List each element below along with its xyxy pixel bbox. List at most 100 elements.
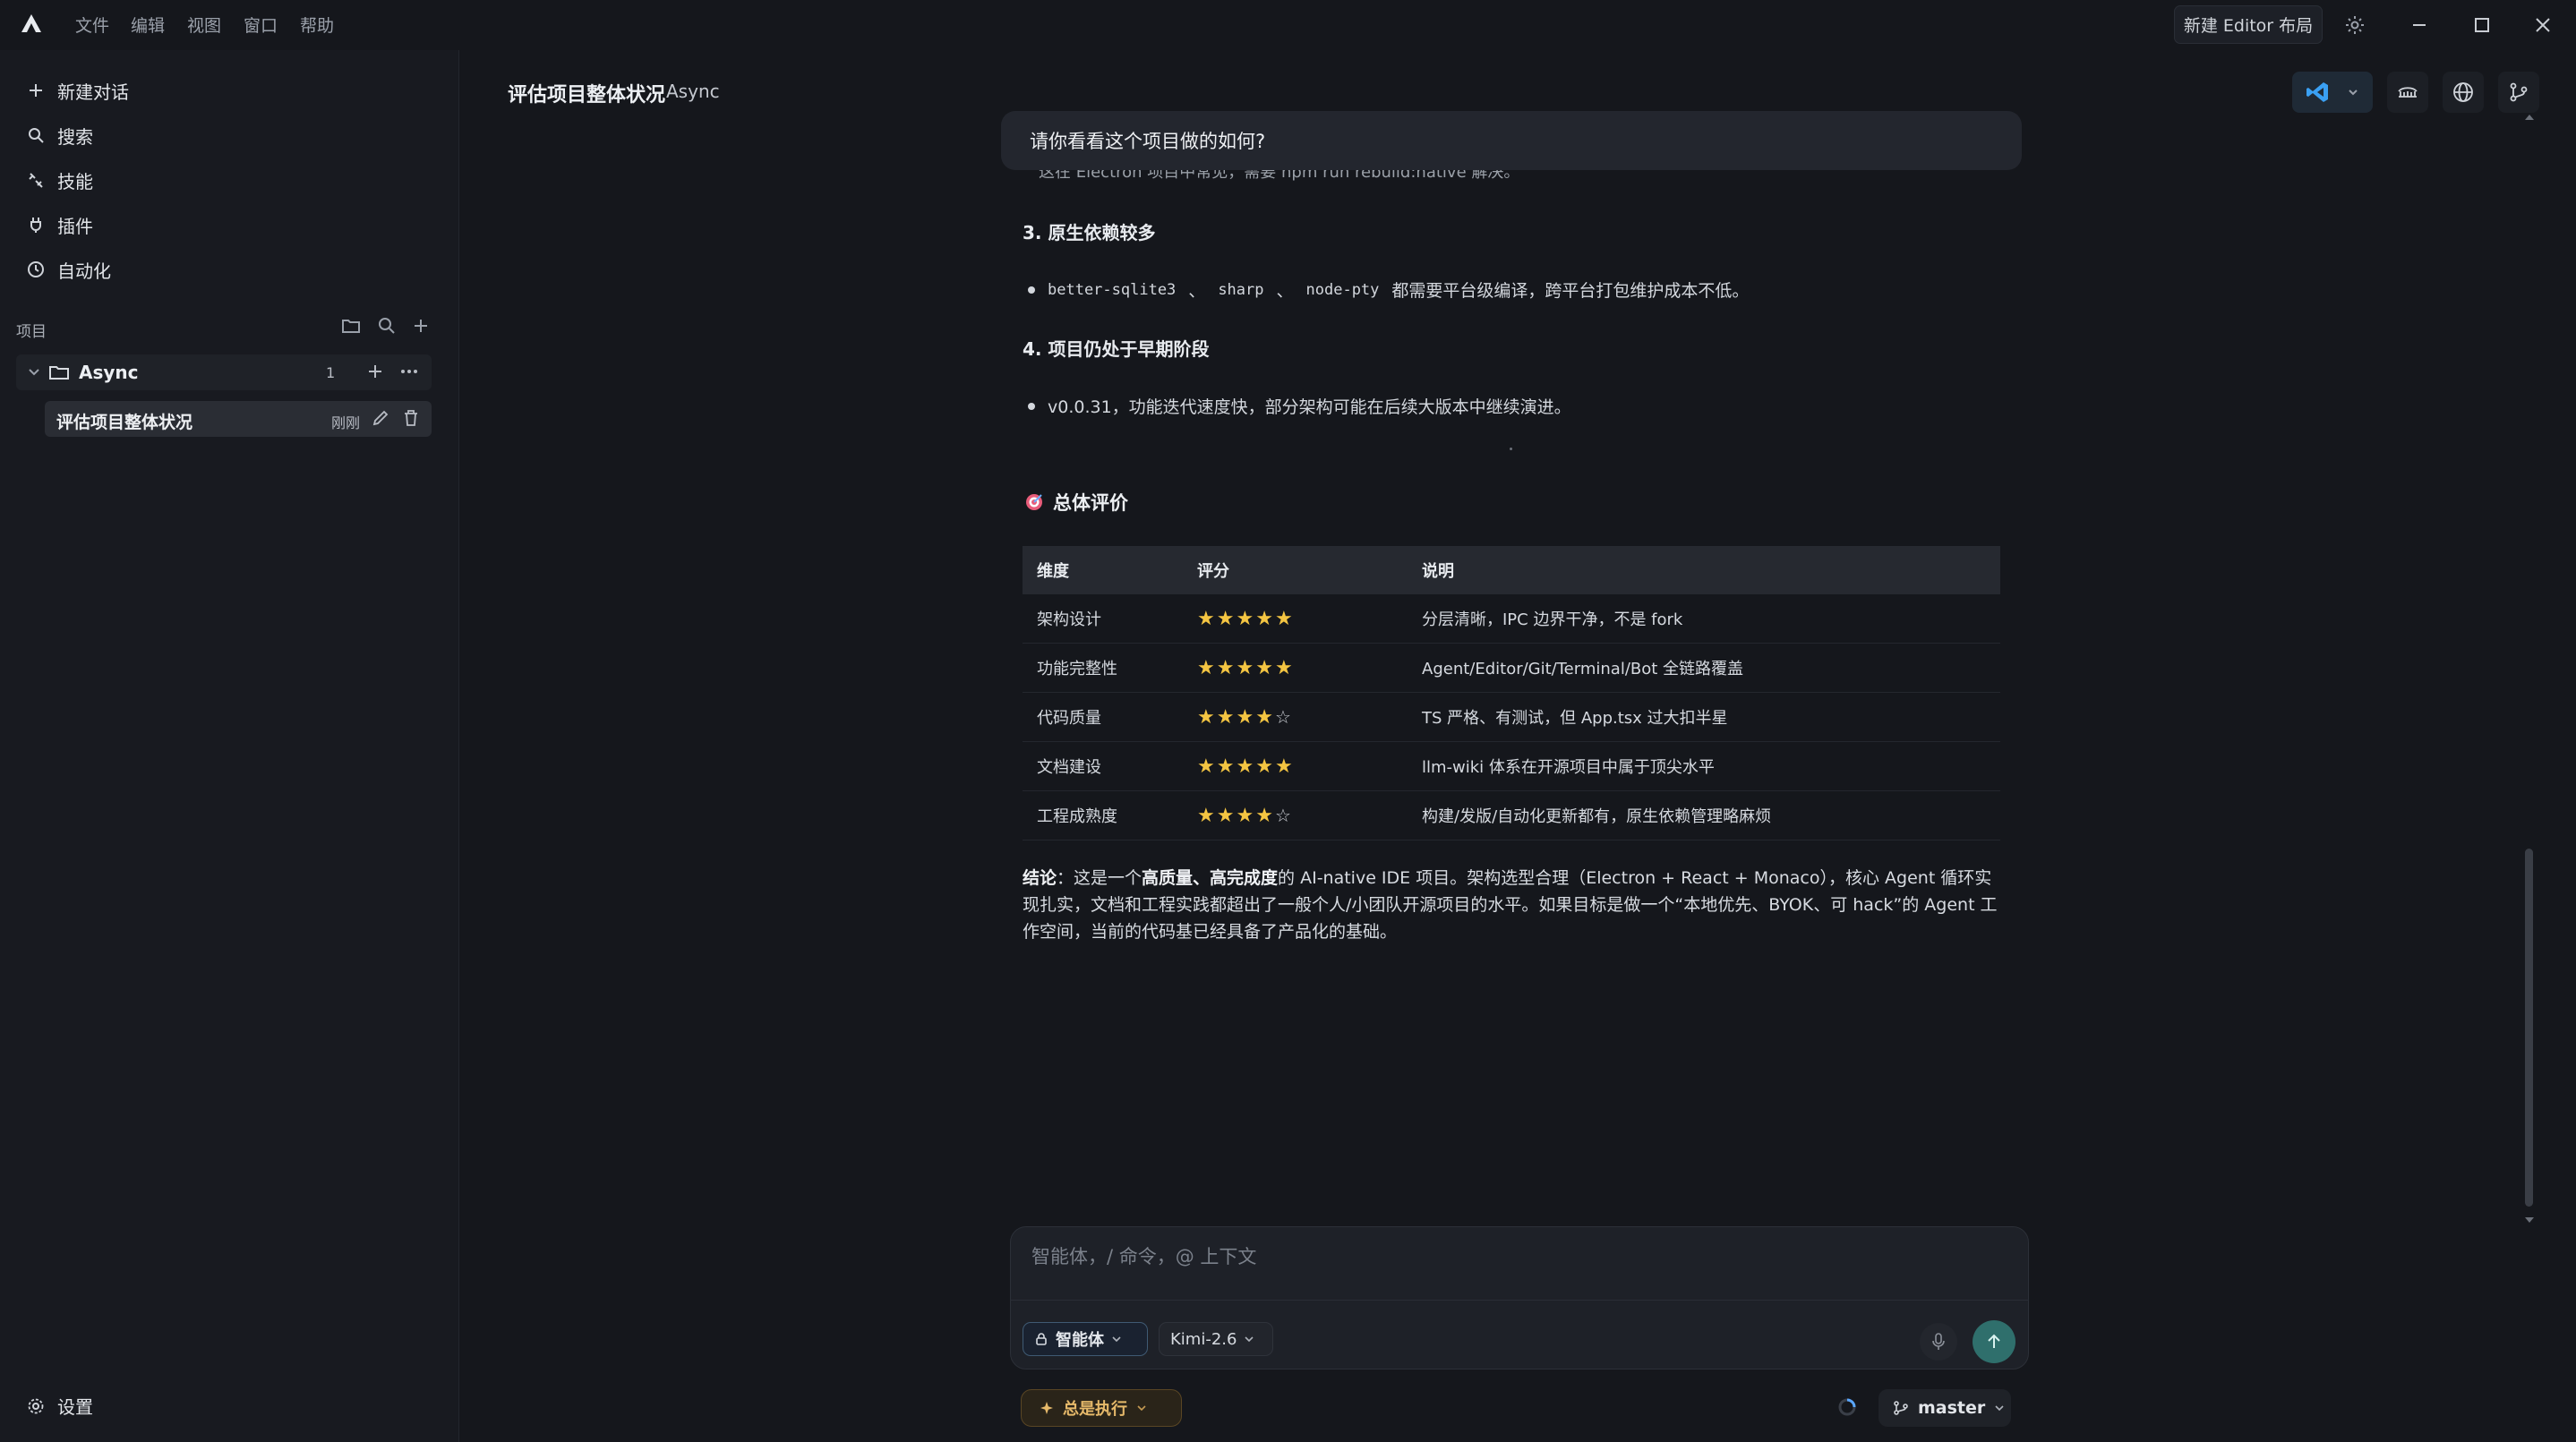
user-message-bubble: 请你看看这个项目做的如何? xyxy=(1001,111,2022,170)
note-cell: 分层清晰，IPC 边界干净，不是 fork xyxy=(1408,594,2000,644)
microphone-icon xyxy=(1932,1333,1945,1350)
table-header: 维度 xyxy=(1023,546,1192,594)
execution-mode-selector[interactable]: 总是执行 xyxy=(1021,1389,1182,1427)
agent-mode-selector[interactable]: 智能体 xyxy=(1023,1322,1148,1356)
rating-cell: ★★★★★ xyxy=(1192,594,1408,644)
delete-chat-icon[interactable] xyxy=(401,408,421,428)
page-title: 评估项目整体状况 xyxy=(508,84,666,107)
project-search-icon[interactable] xyxy=(376,315,398,337)
menu-view[interactable]: 视图 xyxy=(187,13,221,37)
star-empty-icon: ☆ xyxy=(1274,705,1291,728)
list-item-text: 都需要平台级编译，跨平台打包维护成本不低。 xyxy=(1391,281,1750,301)
branch-name: master xyxy=(1918,1398,1986,1418)
arrow-up-icon xyxy=(1988,1334,2000,1348)
star-filled-icon: ★ xyxy=(1255,607,1275,630)
open-in-vscode-button[interactable] xyxy=(2292,72,2373,113)
close-icon[interactable] xyxy=(2523,7,2563,43)
bridge-icon[interactable] xyxy=(2387,72,2428,113)
conclusion-emphasis: 高质量、高完成度 xyxy=(1142,868,1279,888)
new-editor-layout-button[interactable]: 新建 Editor 布局 xyxy=(2174,5,2323,44)
minimize-icon[interactable] xyxy=(2400,7,2439,43)
sidebar-item-label: 搜索 xyxy=(57,125,93,148)
projects-section-label: 项目 xyxy=(16,323,47,341)
chat-input[interactable] xyxy=(1030,1241,1929,1273)
menu-file[interactable]: 文件 xyxy=(75,13,109,37)
star-filled-icon: ★ xyxy=(1197,705,1217,729)
branch-selector[interactable]: master xyxy=(1879,1389,2011,1427)
agent-mode-label: 智能体 xyxy=(1056,1331,1104,1350)
chevron-down-icon[interactable] xyxy=(27,365,41,380)
skills-icon xyxy=(29,173,43,188)
sidebar-item-plugins[interactable]: 插件 xyxy=(27,209,93,241)
scroll-up-icon[interactable] xyxy=(2524,113,2535,122)
evaluation-table: 维度 评分 说明 架构设计 ★★★★★ 分层清晰，IPC 边界干净，不是 fork 功… xyxy=(1023,546,2000,840)
sidebar-item-new-chat[interactable]: 新建对话 xyxy=(27,74,129,107)
inline-code: sharp xyxy=(1218,280,1264,299)
menu-edit[interactable]: 编辑 xyxy=(131,13,165,37)
execution-mode-label: 总是执行 xyxy=(1063,1400,1127,1419)
model-selector[interactable]: Kimi-2.6 xyxy=(1159,1322,1273,1356)
gear-icon xyxy=(28,1398,44,1413)
section-heading-4: 4. 项目仍处于早期阶段 xyxy=(1023,338,1210,360)
sidebar-item-automation[interactable]: 自动化 xyxy=(27,253,111,286)
rating-cell: ★★★★☆ xyxy=(1192,692,1408,742)
project-chat-count: 1 xyxy=(326,364,336,381)
star-filled-icon: ★ xyxy=(1236,705,1256,729)
open-folder-icon[interactable] xyxy=(340,315,362,337)
rating-cell: ★★★★★ xyxy=(1192,643,1408,693)
table-row: 文档建设 ★★★★★ llm-wiki 体系在开源项目中属于顶尖水平 xyxy=(1023,741,2000,791)
add-project-icon[interactable] xyxy=(410,315,432,337)
sidebar-settings-button[interactable]: 设置 xyxy=(27,1393,93,1419)
maximize-icon[interactable] xyxy=(2462,7,2502,43)
table-row: 工程成熟度 ★★★★☆ 构建/发版/自动化更新都有，原生依赖管理略麻烦 xyxy=(1023,790,2000,840)
star-filled-icon: ★ xyxy=(1236,804,1256,827)
sparkle-icon xyxy=(1040,1402,1053,1414)
send-button[interactable] xyxy=(1973,1320,2015,1363)
scrollbar-thumb[interactable] xyxy=(2525,849,2533,1207)
globe-icon[interactable] xyxy=(2443,72,2484,113)
menu-help[interactable]: 帮助 xyxy=(300,13,334,37)
star-filled-icon: ★ xyxy=(1216,607,1237,630)
section-heading-3: 3. 原生依赖较多 xyxy=(1023,222,1156,243)
chevron-down-icon xyxy=(1995,1405,2004,1412)
chat-title: 评估项目整体状况 xyxy=(56,413,193,432)
sidebar-item-skills[interactable]: 技能 xyxy=(27,164,93,196)
star-empty-icon: ☆ xyxy=(1274,804,1291,826)
note-cell: llm-wiki 体系在开源项目中属于顶尖水平 xyxy=(1408,741,2000,791)
star-filled-icon: ★ xyxy=(1236,656,1256,679)
project-name: Async xyxy=(79,362,139,383)
table-row: 架构设计 ★★★★★ 分层清晰，IPC 边界干净，不是 fork xyxy=(1023,594,2000,644)
conclusion-paragraph: 结论：这是一个高质量、高完成度的 AI-native IDE 项目。架构选型合理… xyxy=(1023,865,2000,945)
list-item-text: v0.0.31，功能迭代速度快，部分架构可能在后续大版本中继续演进。 xyxy=(1048,397,1571,417)
star-filled-icon: ★ xyxy=(1255,656,1275,679)
sidebar-item-search[interactable]: 搜索 xyxy=(27,119,93,151)
target-icon xyxy=(1024,491,1044,511)
menu-window[interactable]: 窗口 xyxy=(244,13,278,37)
dimension-cell: 功能完整性 xyxy=(1023,643,1192,693)
settings-gear-icon[interactable] xyxy=(2335,7,2375,43)
star-filled-icon: ★ xyxy=(1274,607,1295,630)
page-subtitle: Async xyxy=(666,81,720,102)
note-cell: TS 严格、有测试，但 App.tsx 过大扣半星 xyxy=(1408,692,2000,742)
edit-chat-icon[interactable] xyxy=(371,408,390,428)
list-item: v0.0.31，功能迭代速度快，部分架构可能在后续大版本中继续演进。 xyxy=(1028,394,1571,418)
settings-label: 设置 xyxy=(57,1396,93,1418)
note-cell: Agent/Editor/Git/Terminal/Bot 全链路覆盖 xyxy=(1408,643,2000,693)
separator: 、 xyxy=(1276,281,1294,301)
star-filled-icon: ★ xyxy=(1255,804,1275,827)
more-options-icon[interactable] xyxy=(399,362,419,381)
conclusion-label: 结论 xyxy=(1023,868,1057,888)
table-row: 功能完整性 ★★★★★ Agent/Editor/Git/Terminal/Bot … xyxy=(1023,643,2000,693)
dimension-cell: 文档建设 xyxy=(1023,741,1192,791)
add-chat-icon[interactable] xyxy=(365,362,385,381)
chevron-down-icon xyxy=(1137,1405,1146,1412)
star-filled-icon: ★ xyxy=(1197,656,1217,679)
chevron-down-icon xyxy=(1112,1336,1121,1343)
loading-spinner-icon xyxy=(1837,1397,1857,1417)
star-filled-icon: ★ xyxy=(1236,607,1256,630)
bullet-dot xyxy=(1028,402,1035,410)
scroll-down-icon[interactable] xyxy=(2524,1216,2535,1224)
git-branch-icon[interactable] xyxy=(2498,72,2539,113)
sidebar-item-label: 插件 xyxy=(57,215,93,237)
microphone-button[interactable] xyxy=(1920,1323,1957,1361)
